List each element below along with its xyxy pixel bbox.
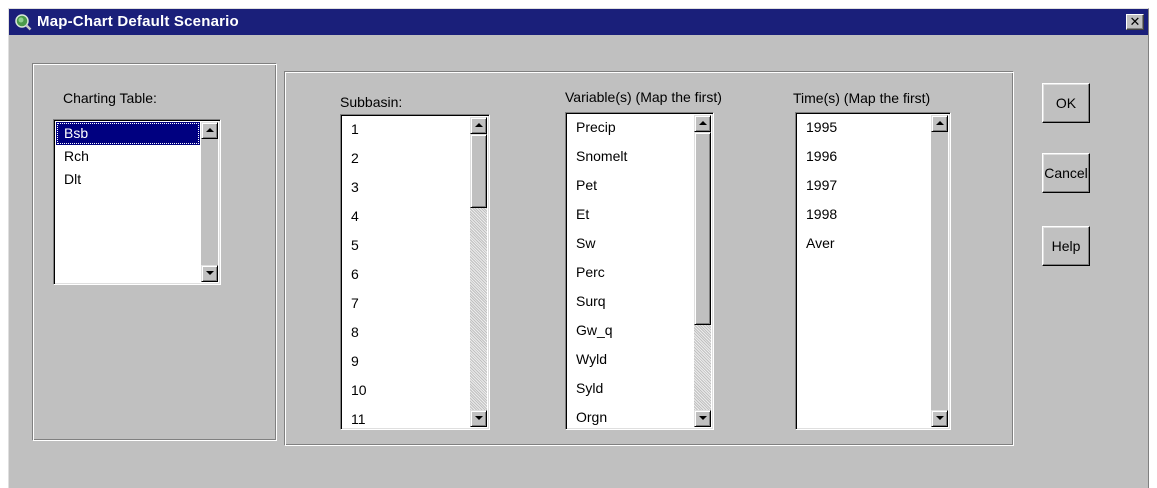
arrow-up-icon[interactable] <box>201 122 218 139</box>
list-item[interactable]: Dlt <box>56 168 200 191</box>
times-listbox[interactable]: 1995 1996 1997 1998 Aver <box>795 112 951 430</box>
list-item[interactable]: 5 <box>343 233 469 262</box>
scrollbar-thumb[interactable] <box>470 134 487 208</box>
dialog-window: Map-Chart Default Scenario ✕ Charting Ta… <box>8 8 1149 488</box>
list-item[interactable]: Sw <box>568 231 693 260</box>
subbasin-label: Subbasin: <box>340 94 403 110</box>
list-item[interactable]: Wyld <box>568 347 693 376</box>
globe-magnifier-icon <box>15 14 32 31</box>
times-label: Time(s) (Map the first) <box>793 90 931 106</box>
list-item[interactable]: 2 <box>343 146 469 175</box>
times-scrollbar[interactable] <box>931 115 948 427</box>
list-item[interactable]: 4 <box>343 204 469 233</box>
selection-group: Subbasin: 1 2 3 4 5 6 7 8 9 10 11 Variable(s) (Map… <box>284 71 1014 446</box>
list-item[interactable]: 10 <box>343 378 469 407</box>
list-item[interactable]: 1996 <box>798 144 930 173</box>
list-item[interactable]: Rch <box>56 145 200 168</box>
charting-table-label: Charting Table: <box>63 90 157 106</box>
charting-table-listbox[interactable]: Bsb Rch Dlt <box>53 119 221 285</box>
list-item[interactable]: 1995 <box>798 115 930 144</box>
list-item[interactable]: Precip <box>568 115 693 144</box>
title-bar[interactable]: Map-Chart Default Scenario ✕ <box>9 9 1148 35</box>
arrow-up-icon[interactable] <box>470 117 487 134</box>
list-item[interactable]: Perc <box>568 260 693 289</box>
window-title: Map-Chart Default Scenario <box>37 13 239 30</box>
arrow-up-icon[interactable] <box>931 115 948 132</box>
arrow-down-icon[interactable] <box>931 410 948 427</box>
list-item[interactable]: 3 <box>343 175 469 204</box>
list-item[interactable]: 11 <box>343 407 469 429</box>
scrollbar-thumb[interactable] <box>694 132 711 325</box>
subbasin-listbox[interactable]: 1 2 3 4 5 6 7 8 9 10 11 <box>340 114 490 430</box>
close-icon[interactable]: ✕ <box>1126 14 1144 30</box>
variables-scrollbar[interactable] <box>694 115 711 427</box>
cancel-button[interactable]: Cancel <box>1042 153 1090 193</box>
variables-label: Variable(s) (Map the first) <box>565 89 722 105</box>
charting-table-group: Charting Table: Bsb Rch Dlt <box>32 63 277 441</box>
list-item[interactable]: 6 <box>343 262 469 291</box>
variables-listbox[interactable]: Precip Snomelt Pet Et Sw Perc Surq Gw_q Wyld Syld… <box>565 112 714 430</box>
list-item[interactable]: Aver <box>798 231 930 260</box>
help-button[interactable]: Help <box>1042 226 1090 266</box>
charting-table-scrollbar[interactable] <box>201 122 218 282</box>
list-item[interactable]: Gw_q <box>568 318 693 347</box>
list-item[interactable]: Pet <box>568 173 693 202</box>
arrow-down-icon[interactable] <box>470 410 487 427</box>
list-item[interactable]: Bsb <box>56 122 200 145</box>
list-item[interactable]: Orgn <box>568 405 693 429</box>
list-item[interactable]: Et <box>568 202 693 231</box>
list-item[interactable]: 8 <box>343 320 469 349</box>
list-item[interactable]: 1998 <box>798 202 930 231</box>
list-item[interactable]: 9 <box>343 349 469 378</box>
list-item[interactable]: 7 <box>343 291 469 320</box>
arrow-down-icon[interactable] <box>201 265 218 282</box>
ok-button[interactable]: OK <box>1042 83 1090 123</box>
list-item[interactable]: 1997 <box>798 173 930 202</box>
list-item[interactable]: Snomelt <box>568 144 693 173</box>
arrow-up-icon[interactable] <box>694 115 711 132</box>
arrow-down-icon[interactable] <box>694 410 711 427</box>
list-item[interactable]: Surq <box>568 289 693 318</box>
list-item[interactable]: Syld <box>568 376 693 405</box>
list-item[interactable]: 1 <box>343 117 469 146</box>
subbasin-scrollbar[interactable] <box>470 117 487 427</box>
